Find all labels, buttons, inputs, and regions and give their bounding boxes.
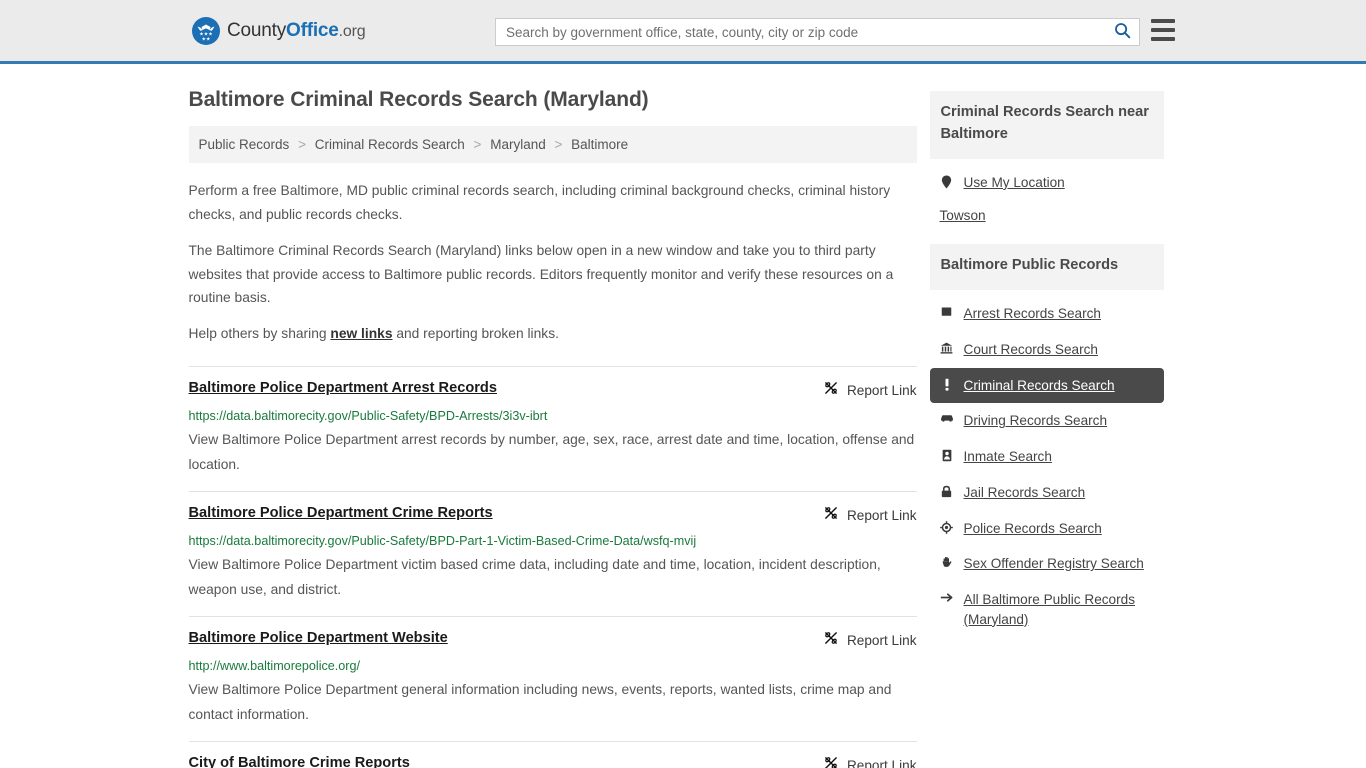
search-bar (495, 18, 1140, 46)
brand-part-office: Office (286, 19, 339, 41)
breadcrumb-item-criminal-records-search[interactable]: Criminal Records Search (315, 137, 465, 152)
sidebar-item-all-baltimore-public-records[interactable]: All Baltimore Public Records (Maryland) (930, 582, 1164, 637)
intro-section: Perform a free Baltimore, MD public crim… (189, 179, 917, 346)
broken-link-icon (823, 755, 839, 768)
breadcrumb: Public Records > Criminal Records Search… (188, 126, 917, 163)
broken-link-icon (823, 505, 839, 526)
brand-part-county: County (227, 19, 287, 41)
breadcrumb-separator: > (298, 137, 306, 152)
search-icon (1114, 22, 1131, 42)
sidebar-item-court-records-search[interactable]: Court Records Search (930, 332, 1164, 368)
report-link-button[interactable]: Report Link (823, 505, 917, 526)
sidebar-item-label: Court Records Search (963, 342, 1098, 358)
result-description: View Baltimore Police Department general… (188, 682, 892, 722)
result-description: View Baltimore Police Department victim … (188, 557, 881, 597)
breadcrumb-separator: > (554, 137, 563, 152)
report-link-label: Report Link (846, 757, 917, 768)
report-link-label: Report Link (846, 633, 917, 648)
brand-part-org: .org (338, 22, 366, 40)
report-link-button[interactable]: Report Link (823, 630, 917, 651)
nearby-city-towson[interactable]: Towson (930, 200, 1164, 231)
result-item: Baltimore Police Department Crime Report… (188, 491, 917, 616)
sidebar-item-label: Inmate Search (963, 449, 1052, 465)
sidebar-item-jail-records-search[interactable]: Jail Records Search (930, 475, 1164, 511)
hamburger-menu-icon[interactable] (1151, 19, 1175, 41)
use-my-location-label: Use My Location (963, 174, 1065, 190)
sidebar-item-driving-records-search[interactable]: Driving Records Search (930, 403, 1164, 439)
breadcrumb-item-baltimore[interactable]: Baltimore (571, 137, 628, 152)
report-link-label: Report Link (846, 508, 917, 524)
police-badge-icon (940, 519, 954, 534)
page-title: Baltimore Criminal Records Search (Maryl… (188, 88, 649, 111)
result-title-link[interactable]: Baltimore Police Department Arrest Recor… (189, 380, 497, 398)
sidebar-item-sex-offender-registry-search[interactable]: Sex Offender Registry Search (930, 546, 1164, 582)
site-header: ★★★ ★★ CountyOffice.org (0, 0, 1366, 64)
sidebar-item-label: Police Records Search (963, 520, 1102, 536)
svg-text:★★: ★★ (202, 36, 211, 42)
result-url: https://data.baltimorecity.gov/Public-Sa… (188, 409, 548, 424)
public-records-panel: Baltimore Public Records Arrest Records … (929, 244, 1164, 641)
car-icon (940, 411, 954, 423)
sidebar-item-label: Driving Records Search (963, 413, 1108, 429)
results-list: Baltimore Police Department Arrest Recor… (188, 366, 917, 768)
report-link-button[interactable]: Report Link (823, 380, 917, 401)
sidebar-item-label: Sex Offender Registry Search (963, 556, 1144, 572)
sidebar-item-arrest-records-search[interactable]: Arrest Records Search (930, 296, 1164, 332)
result-description: View Baltimore Police Department arrest … (188, 432, 915, 472)
result-item: City of Baltimore Crime Reports Report L… (188, 740, 917, 768)
result-title-link[interactable]: Baltimore Police Department Website (189, 630, 448, 648)
report-link-button[interactable]: Report Link (823, 755, 917, 768)
help-prefix: Help others by sharing (188, 326, 331, 342)
breadcrumb-item-maryland[interactable]: Maryland (490, 137, 546, 152)
sidebar-item-police-records-search[interactable]: Police Records Search (930, 511, 1164, 547)
folder-icon (940, 304, 954, 317)
sidebar-item-inmate-search[interactable]: Inmate Search (930, 439, 1164, 475)
breadcrumb-item-public-records[interactable]: Public Records (199, 137, 290, 152)
help-paragraph: Help others by sharing new links and rep… (189, 322, 917, 346)
eagle-seal-icon: ★★★ ★★ (192, 16, 220, 45)
result-title-link[interactable]: City of Baltimore Crime Reports (189, 755, 410, 768)
broken-link-icon (823, 380, 839, 401)
result-url: https://data.baltimorecity.gov/Public-Sa… (188, 534, 697, 549)
sidebar-item-label: Criminal Records Search (963, 377, 1115, 393)
sidebar-item-criminal-records-search[interactable]: Criminal Records Search (929, 367, 1164, 404)
site-logo[interactable]: ★★★ ★★ CountyOffice.org (192, 16, 366, 45)
arrow-right-icon (940, 590, 954, 603)
page-body: Baltimore Criminal Records Search (Maryl… (0, 64, 1366, 768)
courthouse-icon (940, 340, 954, 354)
result-item: Baltimore Police Department Arrest Recor… (188, 366, 917, 491)
main-column: Baltimore Criminal Records Search (Maryl… (188, 64, 917, 768)
lock-icon (940, 483, 954, 498)
broken-link-icon (823, 630, 839, 651)
sidebar-item-label: All Baltimore Public Records (Maryland) (963, 592, 1136, 627)
result-title-link[interactable]: Baltimore Police Department Crime Report… (189, 505, 493, 523)
sidebar-item-label: Jail Records Search (963, 484, 1086, 500)
nearby-panel-title: Criminal Records Search near Baltimore (929, 91, 1164, 159)
intro-paragraph-1: Perform a free Baltimore, MD public crim… (188, 183, 891, 222)
report-link-label: Report Link (846, 383, 917, 399)
new-links-link[interactable]: new links (330, 326, 392, 341)
result-item: Baltimore Police Department Website Repo… (188, 616, 917, 741)
intro-paragraph-2: The Baltimore Criminal Records Search (M… (188, 242, 894, 306)
search-input[interactable] (496, 19, 1105, 45)
hand-icon (940, 554, 954, 568)
sidebar-item-label: Arrest Records Search (963, 306, 1102, 322)
site-logo-text: CountyOffice.org (227, 19, 366, 42)
nearby-searches-panel: Criminal Records Search near Baltimore U… (929, 91, 1164, 235)
person-badge-icon (940, 447, 954, 462)
breadcrumb-separator: > (473, 137, 482, 152)
public-records-panel-title: Baltimore Public Records (929, 244, 1164, 291)
sidebar: Criminal Records Search near Baltimore U… (929, 64, 1164, 768)
help-suffix: and reporting broken links. (392, 326, 559, 342)
use-my-location-button[interactable]: Use My Location (930, 165, 1164, 201)
result-url: http://www.baltimorepolice.org/ (188, 659, 361, 673)
search-button[interactable] (1105, 19, 1139, 45)
exclamation-icon (940, 376, 954, 391)
map-pin-icon (940, 173, 954, 189)
